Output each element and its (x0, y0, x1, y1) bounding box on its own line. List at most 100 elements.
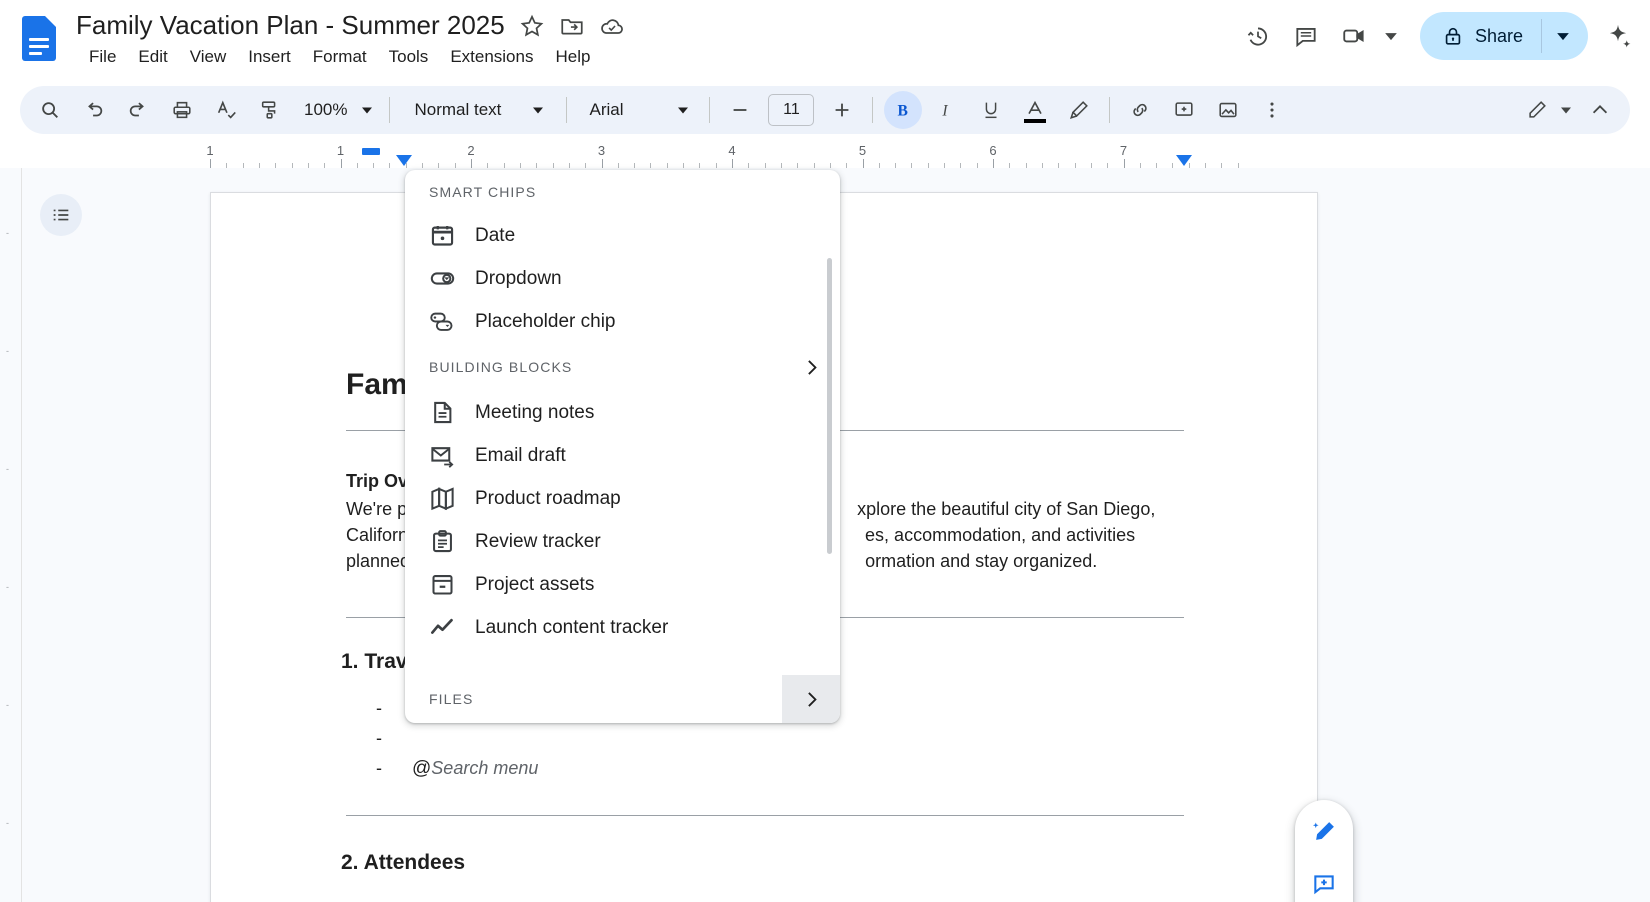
zoom-selector[interactable]: 100% (292, 91, 381, 129)
chevron-right-icon[interactable] (782, 675, 840, 723)
bold-button[interactable]: B (884, 91, 922, 129)
ruler-number: 4 (728, 143, 735, 158)
map-icon (429, 485, 456, 512)
text-color-button[interactable] (1016, 91, 1054, 129)
menu-item-label: Email draft (475, 445, 566, 467)
vertical-ruler-tick: - (6, 700, 9, 710)
toolbar-divider (872, 97, 873, 123)
insert-link-icon[interactable] (1121, 91, 1159, 129)
ruler-number: 7 (1120, 143, 1127, 158)
paragraph-fragment: xplore the beautiful city of San Diego, (857, 499, 1155, 519)
underline-button[interactable] (972, 91, 1010, 129)
undo-icon[interactable] (75, 91, 113, 129)
first-line-indent-marker[interactable] (362, 148, 380, 155)
menu-item-date[interactable]: Date (405, 214, 840, 257)
paragraph-style-selector[interactable]: Normal text (398, 91, 558, 129)
editing-mode-selector[interactable] (1516, 91, 1578, 129)
chevron-down-icon (677, 104, 689, 116)
ruler-number: 2 (467, 143, 474, 158)
share-caret-icon[interactable] (1542, 12, 1584, 60)
version-history-icon[interactable] (1234, 12, 1282, 60)
assets-box-icon (429, 571, 456, 598)
ruler-major-tick (732, 159, 733, 168)
menu-tools[interactable]: Tools (378, 45, 440, 69)
menu-extensions[interactable]: Extensions (439, 45, 544, 69)
add-comment-icon[interactable] (1302, 862, 1346, 902)
more-options-icon[interactable] (1253, 91, 1291, 129)
section-label-smart-chips: SMART CHIPS (405, 170, 840, 214)
section-row-files[interactable]: FILES (405, 675, 840, 723)
main-toolbar: 100% Normal text Arial 11 B I (20, 86, 1630, 134)
meet-caret-icon[interactable] (1378, 12, 1404, 60)
paragraph-fragment: planned (346, 551, 410, 571)
menu-item-meeting-notes[interactable]: Meeting notes (405, 391, 840, 434)
highlight-pen-icon[interactable] (1060, 91, 1098, 129)
svg-text:I: I (942, 103, 949, 120)
menu-view[interactable]: View (179, 45, 238, 69)
move-to-folder-icon[interactable] (559, 13, 585, 39)
menu-item-label: Placeholder chip (475, 311, 615, 333)
menu-item-launch-content-tracker[interactable]: Launch content tracker (405, 606, 840, 649)
section-row-building-blocks[interactable]: BUILDING BLOCKS (405, 343, 840, 391)
horizontal-ruler[interactable]: 11234567 (0, 142, 1650, 168)
page-title[interactable]: Family Vacation Plan - Summer 2025 (76, 10, 505, 41)
document-outline-icon[interactable] (40, 194, 82, 236)
share-button[interactable]: Share (1420, 12, 1588, 60)
decrease-font-size-button[interactable] (721, 91, 759, 129)
section-label: Trip Ov (346, 471, 408, 492)
menu-scrollbar[interactable] (827, 258, 832, 554)
redo-icon[interactable] (119, 91, 157, 129)
menu-insert[interactable]: Insert (237, 45, 302, 69)
add-comment-icon[interactable] (1165, 91, 1203, 129)
ruler-major-tick (210, 159, 211, 168)
menu-item-placeholder-chip[interactable]: Placeholder chip (405, 300, 840, 343)
search-menu-chip[interactable]: @Search menu (412, 753, 538, 784)
menu-item-project-assets[interactable]: Project assets (405, 563, 840, 606)
google-docs-icon[interactable] (22, 16, 56, 61)
font-family-selector[interactable]: Arial (575, 91, 701, 129)
email-draft-icon (429, 442, 456, 469)
menu-item-email-draft[interactable]: Email draft (405, 434, 840, 477)
paragraph-fragment: We're p (346, 499, 407, 519)
bullet-marker: - (376, 723, 386, 753)
ruler-major-tick (993, 159, 994, 168)
ruler-number: 1 (206, 143, 213, 158)
insert-smart-chip-menu[interactable]: SMART CHIPS Date Dropdown (405, 170, 840, 723)
svg-text:B: B (898, 103, 908, 120)
gemini-sparkle-icon[interactable] (1596, 12, 1640, 60)
left-indent-marker[interactable] (396, 155, 412, 166)
ruler-major-tick (341, 159, 342, 168)
paragraph-style-value: Normal text (414, 100, 501, 120)
right-indent-marker[interactable] (1176, 155, 1192, 166)
bullet-marker: - (376, 753, 386, 784)
toolbar-divider (389, 97, 390, 123)
menu-format[interactable]: Format (302, 45, 378, 69)
italic-button[interactable]: I (928, 91, 966, 129)
ruler-major-tick (602, 159, 603, 168)
magic-pen-icon[interactable] (1302, 810, 1346, 854)
menu-item-review-tracker[interactable]: Review tracker (405, 520, 840, 563)
menu-bar: File Edit View Insert Format Tools Exten… (78, 45, 601, 69)
menu-edit[interactable]: Edit (127, 45, 178, 69)
menu-item-dropdown[interactable]: Dropdown (405, 257, 840, 300)
menu-item-product-roadmap[interactable]: Product roadmap (405, 477, 840, 520)
chevron-down-icon (1560, 104, 1572, 116)
spellcheck-icon[interactable] (207, 91, 245, 129)
vertical-ruler-tick: - (6, 346, 9, 356)
title-row: Family Vacation Plan - Summer 2025 (76, 10, 625, 41)
meet-video-icon[interactable] (1330, 12, 1378, 60)
comment-history-icon[interactable] (1282, 12, 1330, 60)
search-icon[interactable] (31, 91, 69, 129)
placeholder-chip-icon (429, 308, 456, 335)
collapse-toolbar-icon[interactable] (1581, 91, 1619, 129)
print-icon[interactable] (163, 91, 201, 129)
menu-file[interactable]: File (78, 45, 127, 69)
font-size-input[interactable]: 11 (768, 94, 814, 126)
star-icon[interactable] (519, 13, 545, 39)
insert-image-icon[interactable] (1209, 91, 1247, 129)
paint-format-icon[interactable] (251, 91, 289, 129)
increase-font-size-button[interactable] (823, 91, 861, 129)
menu-help[interactable]: Help (544, 45, 601, 69)
vertical-ruler-tick: - (6, 582, 9, 592)
cloud-saved-icon[interactable] (599, 13, 625, 39)
